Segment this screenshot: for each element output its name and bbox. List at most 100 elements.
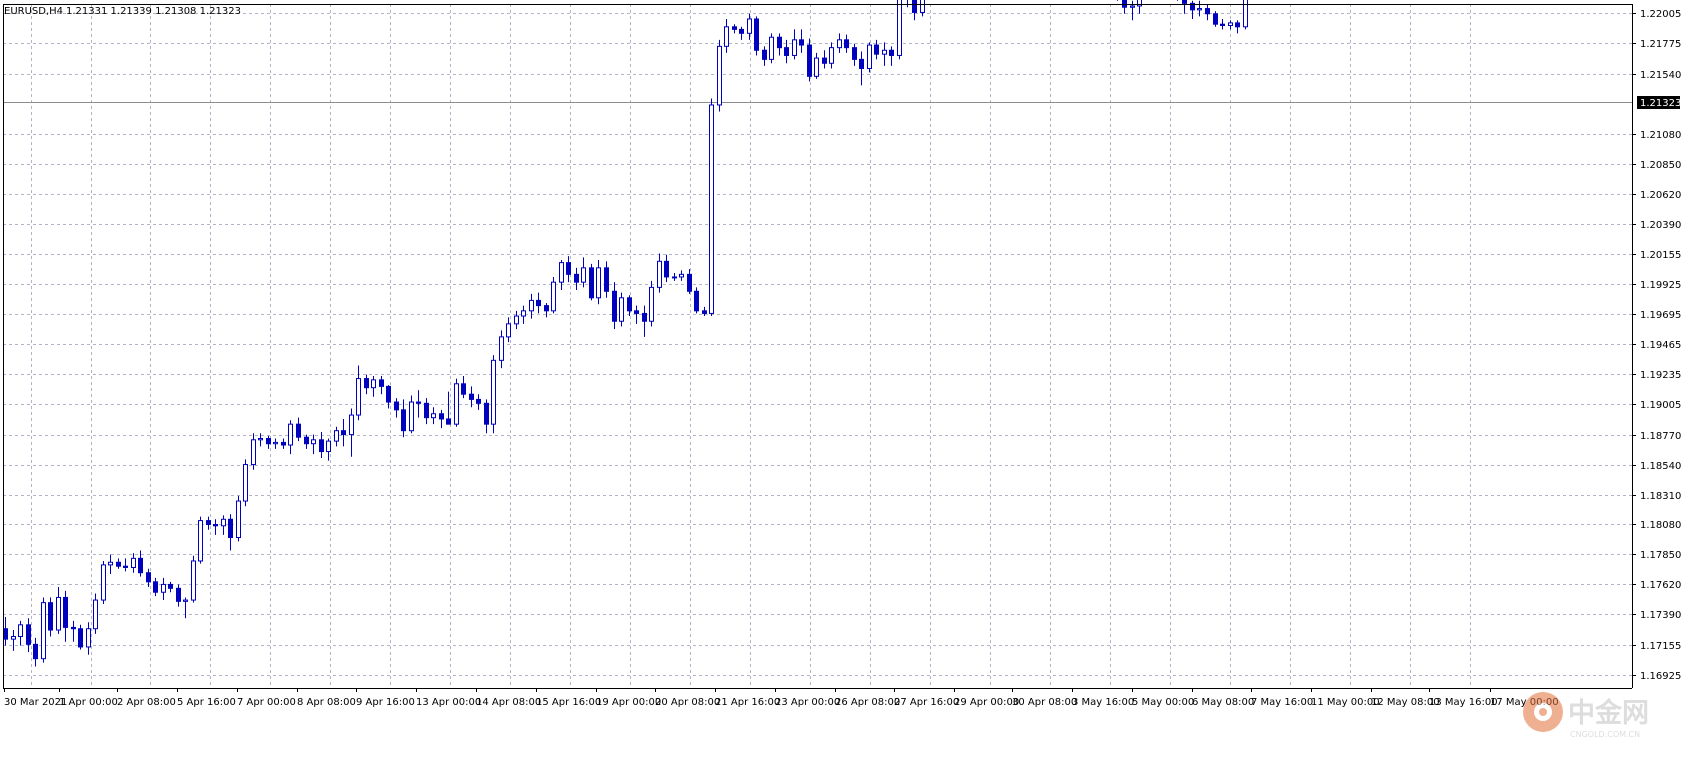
y-tick-label: 1.17850 [1640,550,1681,561]
candle [619,292,624,327]
candle-body [356,378,361,416]
candle-body [702,310,707,314]
candle-body [1205,8,1210,15]
candle-body [288,423,293,446]
y-tick-label: 1.16925 [1640,671,1681,682]
candle-body [874,44,879,55]
candle-body [551,281,556,312]
candle-body [852,47,857,60]
y-tick-label: 1.17155 [1640,641,1681,652]
candle-body [86,628,91,648]
candle-body [889,49,894,56]
candle-body [529,299,534,312]
candle-body [687,273,692,292]
candle [754,16,759,56]
candle-body [228,518,233,539]
candle-body [266,438,271,445]
candle-body [446,418,451,425]
x-tick-label: 5 Apr 16:00 [177,697,236,708]
candle-body [108,561,113,566]
candle [243,459,248,507]
candle-body [920,0,925,13]
current-price-label: 1.21323 [1637,96,1681,109]
candle-body [747,18,752,34]
y-tick-label: 1.19695 [1640,310,1681,321]
x-tick-label: 7 Apr 00:00 [237,697,296,708]
candle-body [236,500,241,539]
candle-body [717,45,722,106]
x-tick-label: 7 May 16:00 [1251,697,1313,708]
candle-body [679,273,684,278]
candle-body [792,39,797,56]
x-tick-label: 26 Apr 08:00 [835,697,900,708]
x-tick-label: 20 Apr 08:00 [655,697,720,708]
x-tick-label: 23 Apr 00:00 [775,697,840,708]
watermark-brand-en: CNGOLD.COM.CN [1570,730,1640,739]
candle-body [807,44,812,77]
candle-body [476,398,481,404]
chart-background [0,0,1683,764]
candle [807,38,812,82]
candle [897,0,902,60]
candle-body [1122,0,1127,8]
chart-header: EURUSD,H4 1.21331 1.21339 1.21308 1.2132… [4,6,241,17]
candle-body [649,286,654,322]
candle-body [596,267,601,299]
candle-body [777,36,782,49]
y-tick-label: 1.19005 [1640,400,1681,411]
candle [491,355,496,434]
candle-body [243,464,248,502]
candle-body [401,409,406,432]
candle-body [822,57,827,64]
candle-body [41,602,46,660]
candle-body [311,439,316,445]
candle [769,33,774,64]
candle-body [844,39,849,49]
candle-body [78,628,83,648]
candle [191,555,196,603]
x-tick-label: 13 May 16:00 [1429,697,1498,708]
candle-body [161,583,166,593]
candle-body [1197,8,1202,11]
candle [78,624,83,650]
candle-body [131,557,136,568]
candle-body [536,299,541,307]
candle-body [829,47,834,64]
x-tick-label: 1 Apr 00:00 [59,697,118,708]
candle-body [589,267,594,299]
x-tick-label: 15 Apr 16:00 [536,697,601,708]
candle-body [191,560,196,601]
x-tick-label: 9 Apr 16:00 [356,697,415,708]
candlestick-chart[interactable]: 1.22005 1.21775 1.21540 1.21080 1.20850 1.206… [0,0,1683,764]
x-tick-label: 29 Apr 00:00 [954,697,1019,708]
candle-body [281,441,286,446]
candle-body [431,413,436,419]
candle-body [724,26,729,47]
watermark: 中金网 CNGOLD.COM.CN [1523,692,1649,739]
candle-body [176,587,181,602]
chart-window[interactable]: 1.22005 1.21775 1.21540 1.21080 1.20850 1.206… [0,0,1683,764]
candle-body [1235,22,1240,28]
candle-body [882,49,887,55]
candle-body [116,561,121,567]
candle-body [334,430,339,442]
candle-body [499,336,504,361]
candle-body [206,520,211,525]
candle-body [709,104,714,314]
x-tick-label: 5 May 00:00 [1132,697,1194,708]
y-tick-label: 1.18770 [1640,431,1681,442]
candle-body [138,557,143,574]
candle-body [168,583,173,589]
candle [198,516,203,564]
candle-body [612,290,617,322]
y-tick-label: 1.19235 [1640,370,1681,381]
candle-body [221,518,226,527]
candle [93,593,98,634]
candle-body [739,28,744,34]
y-tick-label: 1.18310 [1640,491,1681,502]
y-tick-label: 1.17620 [1640,580,1681,591]
candle-body [1228,22,1233,26]
candle-body [672,276,677,279]
y-tick-label: 1.19925 [1640,280,1681,291]
x-tick-label: 2 Apr 08:00 [117,697,176,708]
